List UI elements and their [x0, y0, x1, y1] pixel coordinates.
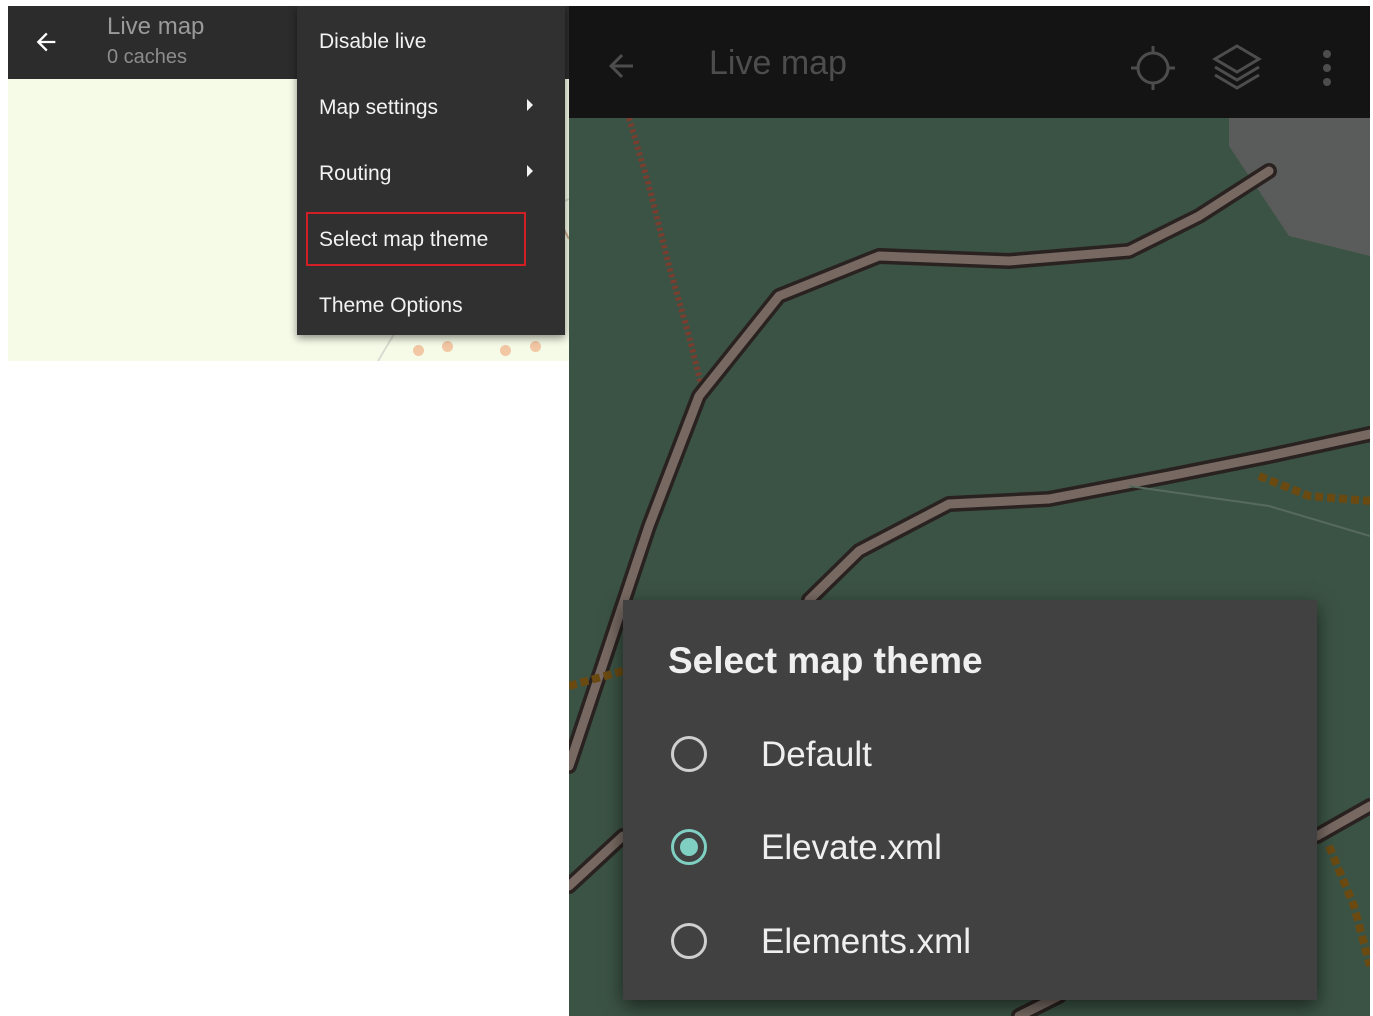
submenu-arrow-icon [527, 99, 533, 111]
more-vert-icon[interactable] [1313, 46, 1341, 90]
theme-option-elevate[interactable]: Elevate.xml [623, 804, 1317, 892]
map-dot [500, 345, 511, 356]
menu-item-label: Disable live [319, 30, 427, 53]
theme-option-default[interactable]: Default [623, 711, 1317, 799]
app-toolbar: Live map [569, 6, 1370, 118]
right-screenshot: Live map Select map theme Default Elevat… [569, 6, 1370, 1016]
menu-item-theme-options[interactable]: Theme Options [297, 272, 565, 338]
dialog-title: Select map theme [668, 640, 983, 681]
theme-option-elements[interactable]: Elements.xml [623, 898, 1317, 986]
highlight-box [306, 212, 526, 266]
menu-item-label: Map settings [319, 96, 439, 119]
map-dot [530, 341, 541, 352]
theme-option-label: Default [761, 735, 872, 774]
toolbar-title: Live map [709, 44, 847, 82]
submenu-arrow-icon [527, 165, 533, 177]
layers-icon[interactable] [1211, 42, 1263, 92]
menu-item-label: Routing [319, 162, 392, 185]
radio-button[interactable] [671, 736, 707, 772]
radio-button-selected[interactable] [671, 829, 707, 865]
overflow-menu: Disable live Map settings Routing Select… [297, 6, 565, 335]
arrow-left-icon[interactable] [603, 48, 639, 84]
left-screenshot: Live map 0 caches Disable live Map setti… [8, 6, 569, 361]
toolbar-subtitle: 0 caches [107, 46, 188, 68]
select-map-theme-dialog: Select map theme Default Elevate.xml Ele… [623, 600, 1317, 1000]
menu-item-map-settings[interactable]: Map settings [297, 74, 565, 140]
arrow-left-icon[interactable] [32, 28, 60, 56]
map-dot [442, 341, 453, 352]
menu-item-routing[interactable]: Routing [297, 140, 565, 206]
map-dot [413, 345, 424, 356]
radio-button[interactable] [671, 923, 707, 959]
toolbar-title: Live map [107, 13, 205, 40]
gps-crosshair-icon[interactable] [1129, 44, 1177, 92]
theme-option-label: Elevate.xml [761, 828, 942, 867]
menu-item-label: Theme Options [319, 294, 463, 317]
theme-option-label: Elements.xml [761, 922, 972, 961]
menu-item-disable-live[interactable]: Disable live [297, 8, 565, 74]
